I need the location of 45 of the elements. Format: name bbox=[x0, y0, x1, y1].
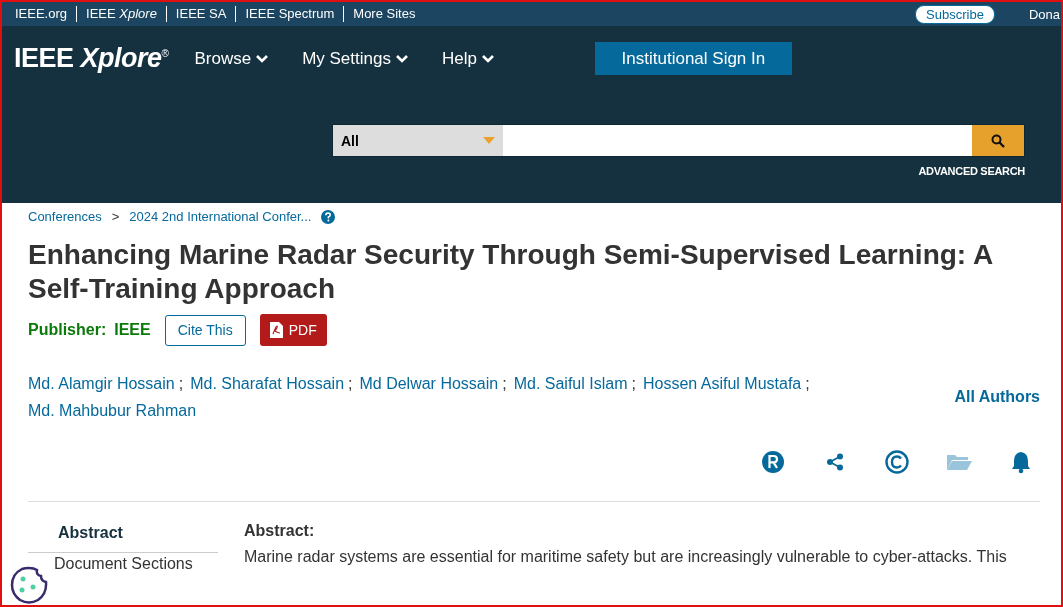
author-link[interactable]: Md. Mahbubur Rahman bbox=[28, 397, 197, 424]
all-authors-link[interactable]: All Authors bbox=[954, 388, 1040, 406]
r-circle-icon[interactable] bbox=[760, 449, 786, 475]
site-link[interactable]: IEEE.org bbox=[6, 6, 77, 22]
chevron-down-icon bbox=[480, 53, 495, 64]
author-separator: ; bbox=[348, 374, 353, 394]
chevron-down-icon bbox=[394, 53, 409, 64]
publisher-label: Publisher: bbox=[28, 321, 107, 339]
publisher-name: IEEE bbox=[114, 321, 151, 339]
author-link[interactable]: Md. Saiful Islam bbox=[513, 370, 628, 397]
donate-link[interactable]: Dona bbox=[1028, 6, 1061, 22]
site-link[interactable]: IEEE SA bbox=[165, 6, 236, 22]
site-link[interactable]: IEEE Xplore bbox=[76, 6, 166, 22]
site-logo[interactable]: IEEE Xplore$^{®}$ bbox=[14, 43, 169, 74]
breadcrumb-link[interactable]: 2024 2nd International Confer... bbox=[129, 209, 312, 224]
article-title: Enhancing Marine Radar Security Through Semi-Supervised Learning: A Self-Training Approach bbox=[28, 238, 994, 306]
subscribe-button[interactable]: Subscribe bbox=[915, 4, 995, 24]
author-separator: ; bbox=[631, 374, 636, 394]
nav-menu[interactable]: Browse bbox=[194, 48, 270, 69]
nav-menu[interactable]: My Settings bbox=[302, 48, 409, 69]
abstract-text: Marine radar systems are essential for maritime safety but are increasingly vulnerable to cyber-attacks. This bbox=[244, 548, 1007, 566]
author-link[interactable]: Hossen Asiful Mustafa bbox=[642, 370, 802, 397]
advanced-search-link[interactable]: ADVANCED SEARCH bbox=[332, 165, 1025, 177]
help-icon[interactable] bbox=[321, 209, 336, 224]
author-separator: ; bbox=[805, 374, 810, 394]
sidebar-item[interactable]: Abstract bbox=[28, 522, 218, 553]
author-separator: ; bbox=[178, 374, 184, 394]
abstract-heading: Abstract: bbox=[244, 522, 316, 540]
breadcrumb-link[interactable]: Conferences bbox=[28, 209, 102, 224]
copyright-icon[interactable] bbox=[884, 449, 910, 475]
pdf-file-icon bbox=[269, 322, 283, 338]
author-link[interactable]: Md. Sharafat Hossain bbox=[190, 370, 345, 397]
sidebar-item[interactable]: Document Sections bbox=[54, 553, 193, 577]
author-link[interactable]: Md. Alamgir Hossain bbox=[28, 370, 175, 397]
breadcrumb-separator: > bbox=[111, 209, 120, 224]
author-separator: ; bbox=[502, 374, 507, 394]
cite-button[interactable]: Cite This bbox=[164, 314, 246, 346]
nav-menu[interactable]: Help bbox=[441, 48, 495, 69]
pdf-button[interactable]: PDF bbox=[259, 314, 327, 346]
site-link[interactable]: More Sites bbox=[343, 6, 425, 22]
site-link[interactable]: IEEE Spectrum bbox=[235, 6, 344, 22]
author-link[interactable]: Md Delwar Hossain bbox=[359, 370, 499, 397]
chevron-down-icon bbox=[255, 53, 270, 64]
sign-in-button[interactable]: Institutional Sign In bbox=[594, 42, 792, 75]
cookie-icon[interactable] bbox=[10, 566, 48, 604]
